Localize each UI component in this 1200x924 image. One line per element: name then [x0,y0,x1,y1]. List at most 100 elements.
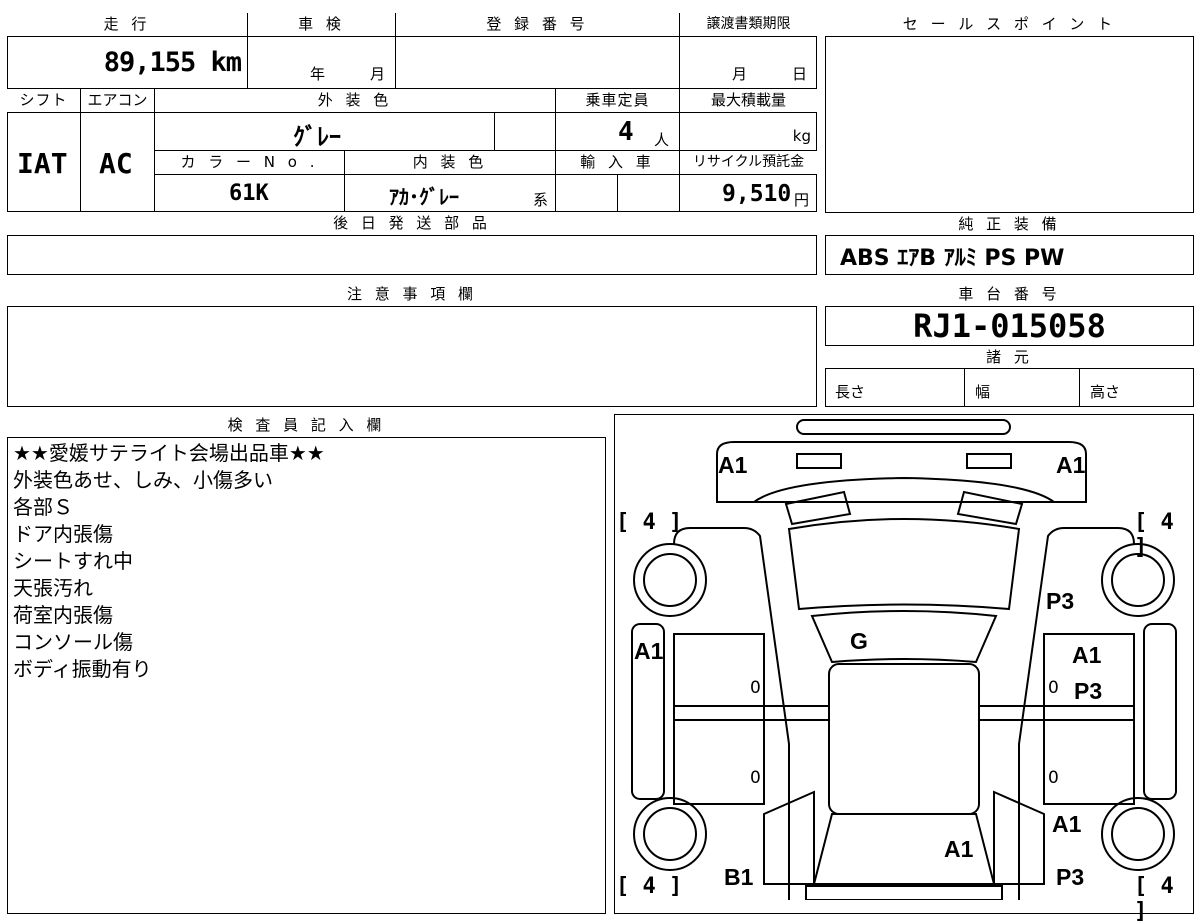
wheel-tl-inner [643,553,697,607]
label-g-windshield: G [850,628,868,654]
spec-length: 長さ [825,369,965,407]
interior-color-header: 内 装 色 [345,151,556,175]
wheel-br-inner [1111,807,1165,861]
recycle-header: リサイクル預託金 [680,151,817,175]
exterior-color-header: 外 装 色 [155,89,556,113]
label-p3-right-mid: P3 [1074,678,1103,704]
caution-header: 注 意 事 項 欄 [7,283,817,307]
windshield-shape [787,518,1021,611]
label-tire-bl: [ 4 ] [616,874,683,899]
exterior-color-text: ｸﾞﾚｰ [293,123,341,151]
exterior-color-extra [495,113,556,151]
deadline-value: 月 日 [680,37,817,89]
note-line: ★★愛媛サテライト会場出品車★★ [13,441,325,465]
inspection-header: 車 検 [248,13,396,37]
shift-text: IAT [17,147,68,180]
hood-edge [753,476,1055,503]
deadline-day: 日 [792,65,808,83]
color-no-text: 61K [229,181,269,206]
spec-width-label: 幅 [975,383,991,401]
note-line: ボディ振動有り [13,657,152,681]
import-header: 輸 入 車 [556,151,680,175]
rear-bumper-shape [805,885,1003,900]
capacity-header: 乗車定員 [556,89,680,113]
spec-height: 高さ [1080,369,1194,407]
aircon-text: AC [99,147,133,180]
label-p3-right-upper: P3 [1046,588,1075,614]
front-bumper-shape [796,419,1011,435]
recycle-unit: 円 [794,191,810,209]
spec-length-label: 長さ [835,383,866,401]
inspector-header: 検 査 員 記 入 欄 [7,414,606,438]
car-diagram [631,419,1177,900]
max-load-value: kg [680,113,817,151]
note-line: 天張汚れ [13,576,93,600]
label-b1-bottom-left: B1 [724,864,754,890]
registration-header: 登 録 番 号 [396,13,680,37]
wheel-bl-inner [643,807,697,861]
label-a1-right-lower: A1 [1052,811,1082,837]
inspection-value: 年 月 [248,37,396,89]
note-line: ドア内張傷 [13,522,113,546]
color-no-value: 61K [155,175,345,212]
capacity-text: 4 [618,117,634,147]
label-a1-right-side: A1 [1072,642,1102,668]
max-load-header: 最大積載量 [680,89,817,113]
body-right-upper [1018,527,1135,900]
front-lamp-right [956,490,1024,526]
note-line: 外装色あせ、しみ、小傷多い [13,468,273,492]
label-p3-bottom-right: P3 [1056,864,1085,890]
label-zero-1: 0 [750,678,761,698]
mileage-value: 89,155 km [7,37,248,89]
parts-header: 後 日 発 送 部 品 [7,212,817,236]
exterior-color-value: ｸﾞﾚｰ [155,113,495,151]
import-value-a [556,175,618,212]
label-tire-tl: [ 4 ] [616,510,683,535]
aircon-value: AC [81,113,155,212]
transfer-deadline-header: 譲渡書類期限 [680,13,817,37]
shift-value: IAT [7,113,81,212]
label-tire-tr: [ 4 ] [1134,510,1174,560]
capacity-unit: 人 [654,131,670,149]
equipment-value: ABS ｴｱB ｱﾙﾐ PS PW [840,246,1065,271]
max-load-unit: kg [792,127,811,145]
label-a1-top-right: A1 [1056,452,1086,478]
chassis-header: 車 台 番 号 [825,283,1194,307]
spec-height-label: 高さ [1090,383,1121,401]
registration-value [396,37,680,89]
label-tire-br: [ 4 ] [1134,874,1174,924]
import-value-b [618,175,680,212]
parts-value [7,236,817,275]
label-a1-bottom-center: A1 [944,836,974,862]
note-line: コンソール傷 [13,630,133,654]
capacity-value: 4 人 [556,113,680,151]
specs-header: 諸 元 [825,345,1194,369]
label-zero-4: 0 [1048,768,1059,788]
equipment-header: 純 正 装 備 [825,212,1194,236]
spec-width: 幅 [965,369,1080,407]
recycle-text: 9,510 [722,181,792,207]
label-a1-left-side: A1 [634,638,664,664]
inspection-year: 年 [310,65,326,83]
shift-header: シフト [7,89,81,113]
roof-shape [828,663,980,815]
roof-front-shape [810,610,998,664]
deadline-month: 月 [732,65,748,83]
body-left-upper [673,527,790,900]
sales-point-header: セ ー ル ス ポ イ ン ト [825,13,1194,37]
note-line: 荷室内張傷 [13,603,113,627]
interior-suffix: 系 [533,191,549,209]
note-line: 各部Ｓ [13,495,73,519]
color-no-header: カ ラ ー N o . [155,151,345,175]
chassis-value: RJ1-015058 [913,307,1106,345]
aircon-header: エアコン [81,89,155,113]
front-light-left [796,453,842,469]
wheel-tr-inner [1111,553,1165,607]
inspector-notes: ★★愛媛サテライト会場出品車★★ 外装色あせ、しみ、小傷多い 各部Ｓ ドア内張傷… [13,440,603,683]
interior-color-text: ｱｶ･ｸﾞﾚｰ [389,185,459,209]
label-zero-2: 0 [1048,678,1059,698]
front-light-right [966,453,1012,469]
label-zero-3: 0 [750,768,761,788]
label-a1-top-left: A1 [718,452,748,478]
mileage-header: 走 行 [7,13,248,37]
